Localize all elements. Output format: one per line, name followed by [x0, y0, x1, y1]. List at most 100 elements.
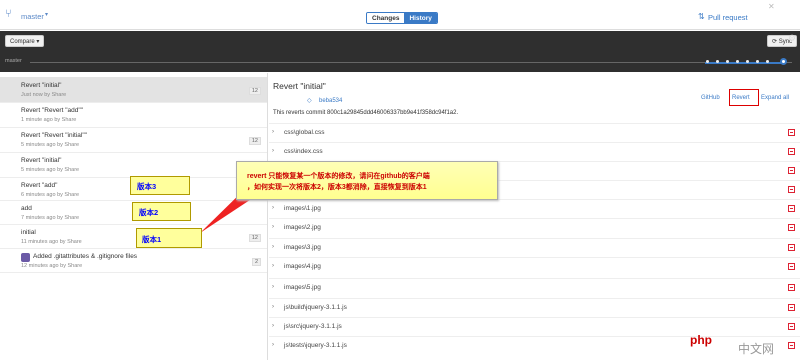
- file-path: js\src\jquery-3.1.1.js: [284, 323, 342, 330]
- timeline-branch-label: master: [5, 58, 22, 64]
- file-row[interactable]: › js\tests\jquery-3.1.1.js: [269, 336, 800, 355]
- commit-file-count: 2: [251, 258, 261, 266]
- commit-meta: 1 minute ago by Share: [21, 117, 77, 123]
- history-toolbar: Compare ▾ ⟳ Sync master ⚙: [0, 31, 800, 72]
- view-toggle: Changes History: [366, 12, 438, 24]
- branch-selector[interactable]: master: [21, 12, 44, 21]
- file-row[interactable]: › images\1.jpg: [269, 199, 800, 218]
- removed-file-icon: [788, 244, 795, 251]
- file-row[interactable]: › js\build\jquery-3.1.1.js: [269, 298, 800, 317]
- version-3-label: 版本3: [137, 182, 157, 191]
- file-path: images\1.jpg: [284, 205, 321, 212]
- annotation-callout: revert 只能恢复某一个版本的修改，请问在github的客户端 ，如何实现一…: [236, 161, 498, 200]
- commit-description: This reverts commit 800c1a29845ddd460063…: [273, 110, 459, 116]
- commit-title: add: [21, 205, 32, 212]
- file-path: images\4.jpg: [284, 263, 321, 270]
- file-path: js\build\jquery-3.1.1.js: [284, 304, 347, 311]
- commit-sha[interactable]: beba534: [319, 98, 342, 104]
- removed-file-icon: [788, 167, 795, 174]
- file-path: images\2.jpg: [284, 224, 321, 231]
- gear-icon[interactable]: ⚙: [788, 33, 796, 44]
- timeline-commit-dot[interactable]: [706, 60, 709, 63]
- chevron-right-icon[interactable]: ›: [272, 148, 274, 154]
- commit-item[interactable]: Revert "initial" Just now by Share 12: [0, 77, 267, 102]
- commit-meta: Just now by Share: [21, 92, 67, 98]
- removed-file-icon: [788, 284, 795, 291]
- commit-title: initial: [21, 229, 36, 236]
- removed-file-icon: [788, 304, 795, 311]
- chevron-right-icon[interactable]: ›: [272, 263, 274, 269]
- removed-file-icon: [788, 205, 795, 212]
- file-row[interactable]: › css\index.css: [269, 142, 800, 161]
- version-2-label: 版本2: [139, 208, 159, 217]
- file-row[interactable]: › images\5.jpg: [269, 278, 800, 297]
- commit-item[interactable]: Revert "Revert "add"" 1 minute ago by Sh…: [0, 102, 267, 127]
- chevron-right-icon[interactable]: ›: [272, 304, 274, 310]
- chevron-right-icon[interactable]: ›: [272, 342, 274, 348]
- timeline-track[interactable]: [30, 62, 792, 63]
- pull-request-button[interactable]: Pull request: [708, 13, 748, 22]
- commit-meta: 7 minutes ago by Share: [21, 215, 80, 221]
- commit-title: Revert "initial": [21, 82, 62, 89]
- chevron-down-icon[interactable]: ▾: [45, 11, 48, 18]
- commit-title: Revert "add": [21, 182, 58, 189]
- close-icon[interactable]: ✕: [768, 2, 775, 11]
- chevron-right-icon[interactable]: ›: [272, 129, 274, 135]
- commit-title: Revert "Revert "add"": [21, 107, 83, 114]
- removed-file-icon: [788, 323, 795, 330]
- chevron-right-icon[interactable]: ›: [272, 224, 274, 230]
- compare-button[interactable]: Compare ▾: [5, 35, 45, 47]
- commit-meta: 5 minutes ago by Share: [21, 142, 80, 148]
- commit-meta: 12 minutes ago by Share: [21, 263, 83, 269]
- commit-meta: 11 minutes ago by Share: [21, 239, 82, 245]
- revert-button[interactable]: Revert: [732, 95, 750, 101]
- chevron-right-icon[interactable]: ›: [272, 323, 274, 329]
- timeline-commit-dot[interactable]: [746, 60, 749, 63]
- commit-item[interactable]: initial 11 minutes ago by Share 12: [0, 224, 267, 249]
- commit-icon: ◇: [307, 98, 312, 104]
- timeline-commit-dot[interactable]: [766, 60, 769, 63]
- commit-meta: 6 minutes ago by Share: [21, 192, 80, 198]
- timeline-current-commit[interactable]: [780, 58, 787, 65]
- file-row[interactable]: › images\2.jpg: [269, 218, 800, 237]
- commit-title: Revert "Revert "initial"": [21, 132, 87, 139]
- divider: [0, 272, 267, 273]
- expand-all-button[interactable]: Expand all: [761, 95, 789, 101]
- annotation-line-1: revert 只能恢复某一个版本的修改，请问在github的客户端: [247, 173, 430, 180]
- timeline-commit-dot[interactable]: [736, 60, 739, 63]
- chevron-right-icon[interactable]: ›: [272, 284, 274, 290]
- avatar: [21, 253, 30, 262]
- commit-detail: Revert "initial" ◇ beba534 GitHub Revert…: [269, 73, 800, 360]
- removed-file-icon: [788, 224, 795, 231]
- file-row[interactable]: › css\global.css: [269, 123, 800, 142]
- chevron-right-icon[interactable]: ›: [272, 205, 274, 211]
- removed-file-icon: [788, 148, 795, 155]
- watermark-logo: php: [690, 333, 712, 347]
- removed-file-icon: [788, 342, 795, 349]
- commit-item[interactable]: Revert "initial" 5 minutes ago by Share …: [0, 152, 267, 177]
- chevron-right-icon[interactable]: ›: [272, 244, 274, 250]
- file-row[interactable]: › images\3.jpg: [269, 238, 800, 257]
- top-bar: ⑂ master ▾ Changes History ⇅ Pull reques…: [0, 0, 800, 30]
- file-path: css\global.css: [284, 129, 325, 136]
- removed-file-icon: [788, 186, 795, 193]
- commit-meta: 5 minutes ago by Share: [21, 167, 80, 173]
- file-path: css\index.css: [284, 148, 323, 155]
- commit-file-count: 12: [248, 234, 261, 242]
- tab-history[interactable]: History: [404, 13, 437, 23]
- file-path: js\tests\jquery-3.1.1.js: [284, 342, 347, 349]
- timeline-commit-dot[interactable]: [726, 60, 729, 63]
- open-on-github-link[interactable]: GitHub: [701, 95, 720, 101]
- file-path: images\5.jpg: [284, 284, 321, 291]
- timeline-commit-dot[interactable]: [716, 60, 719, 63]
- commit-detail-title: Revert "initial": [273, 81, 326, 91]
- commit-file-count: 12: [248, 137, 261, 145]
- timeline-commit-dot[interactable]: [756, 60, 759, 63]
- file-row[interactable]: › js\src\jquery-3.1.1.js: [269, 317, 800, 336]
- file-path: images\3.jpg: [284, 244, 321, 251]
- commit-item[interactable]: Added .gitattributes & .gitignore files …: [0, 248, 267, 273]
- file-row[interactable]: › images\4.jpg: [269, 257, 800, 276]
- tab-changes[interactable]: Changes: [367, 13, 405, 23]
- sync-icon: ⟳: [772, 39, 779, 45]
- commit-item[interactable]: Revert "Revert "initial"" 5 minutes ago …: [0, 127, 267, 152]
